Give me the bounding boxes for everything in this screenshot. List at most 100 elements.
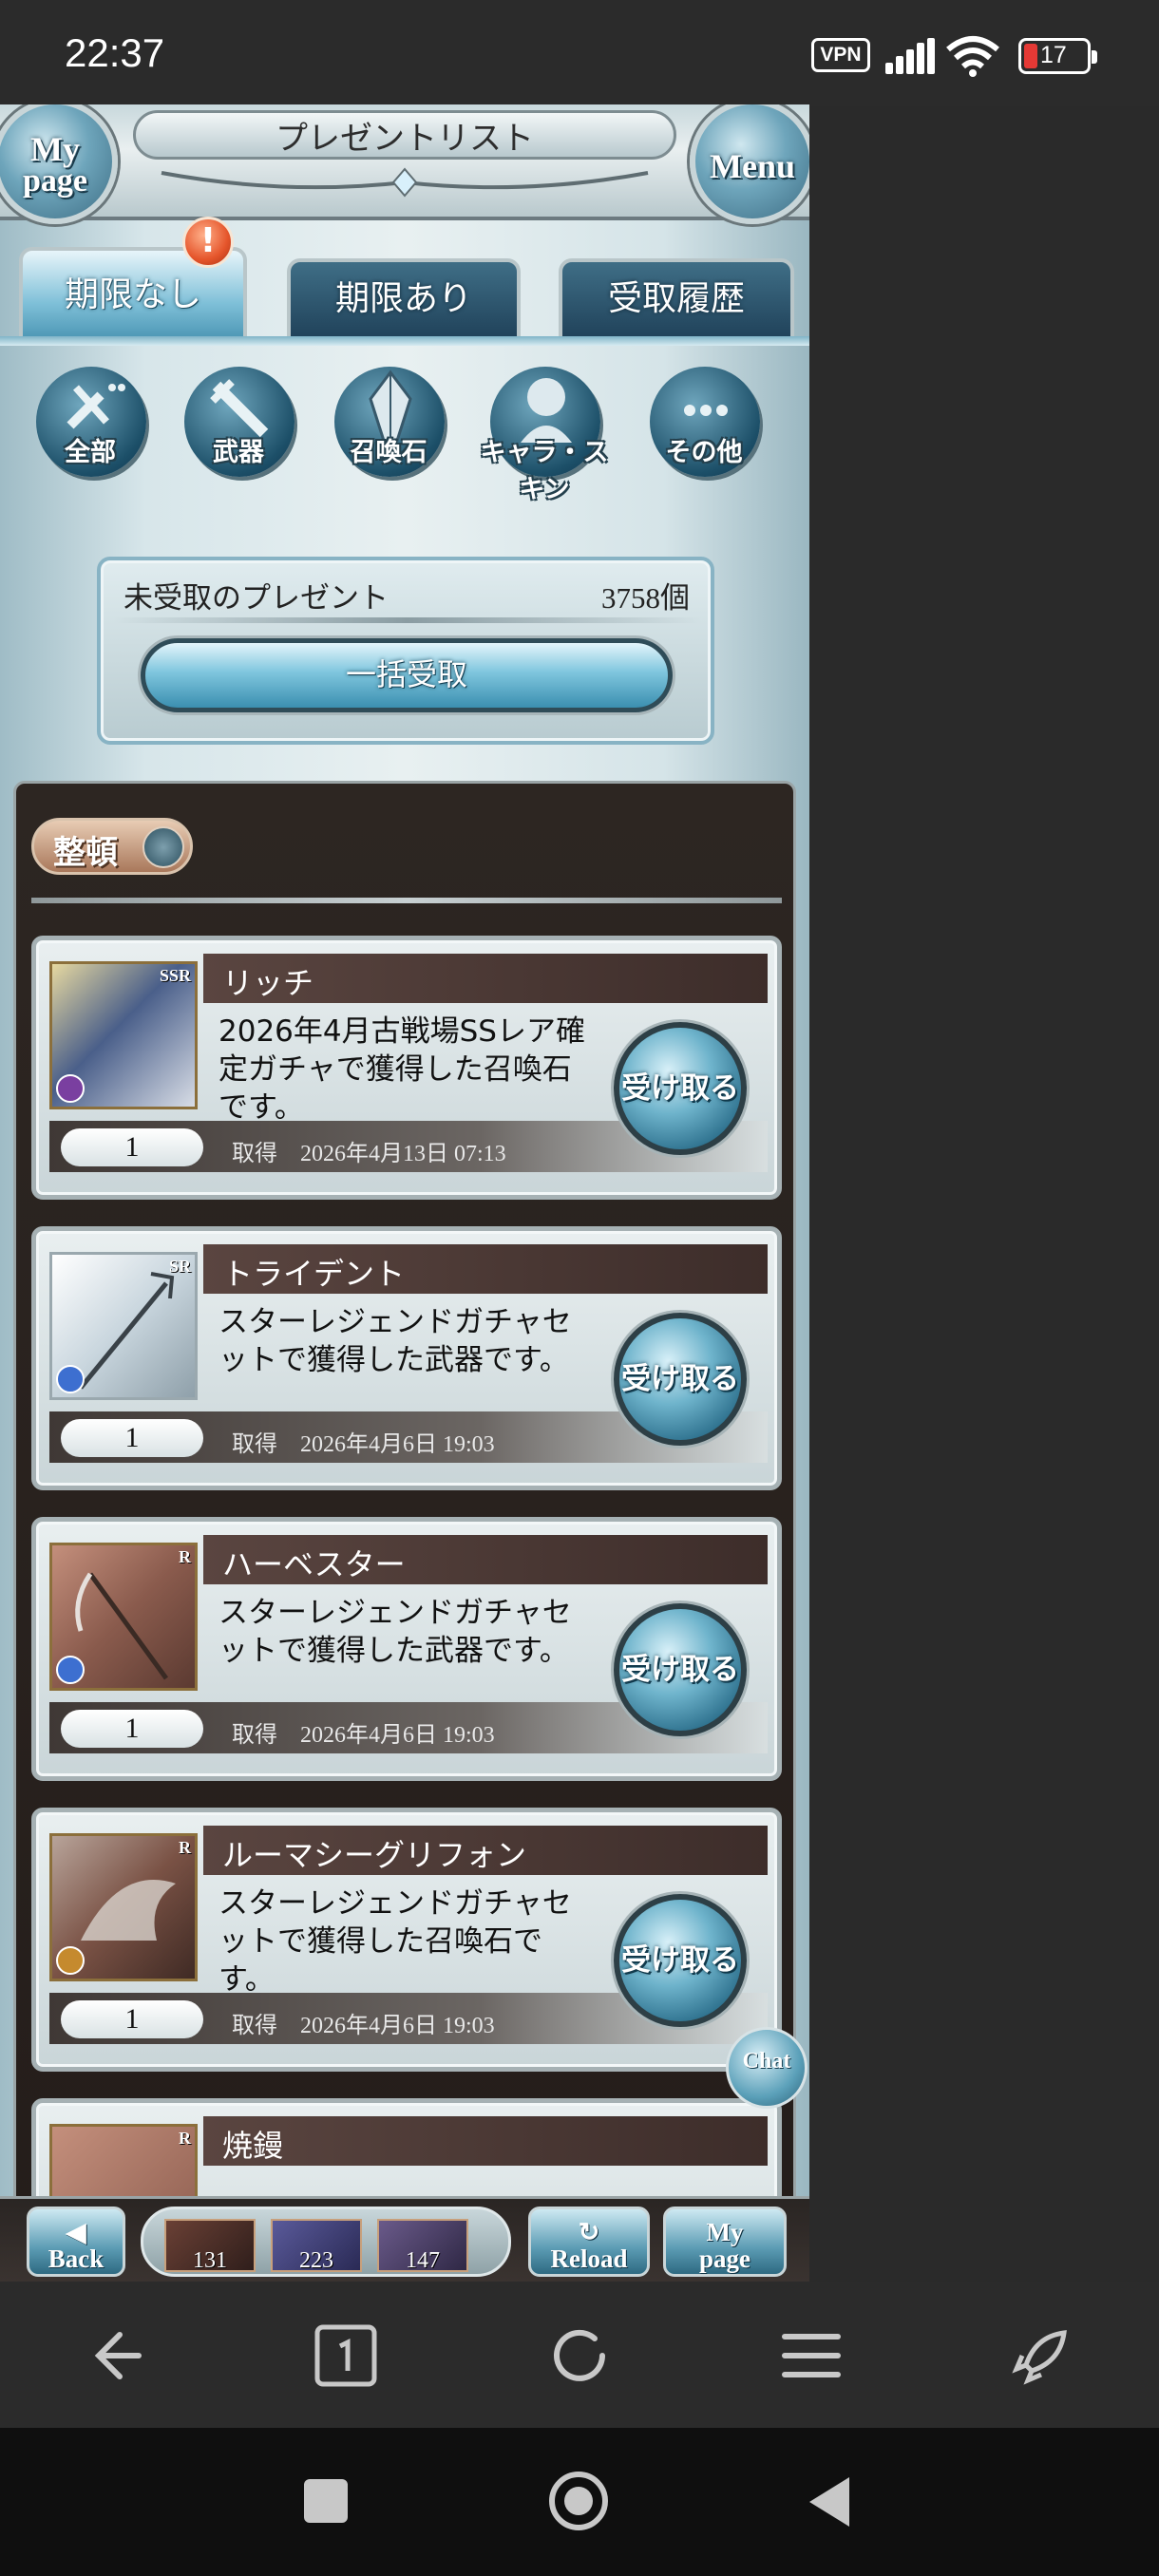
receive-button[interactable]: 受け取る: [614, 1022, 747, 1155]
tab-with-expiry[interactable]: 期限あり: [287, 258, 521, 342]
rocket-icon[interactable]: [1007, 2321, 1075, 2390]
signal-icon: [885, 38, 935, 74]
acquired-date: 取得 2026年4月13日 07:13: [232, 1134, 506, 1167]
rarity-badge: R: [179, 1547, 191, 1566]
earth-element-icon: [56, 1946, 85, 1975]
present-item: ルーマシーグリフォン R スターレジェンドガチャセットで獲得した召喚石です。 1…: [31, 1808, 782, 2072]
back-arrow-icon[interactable]: [82, 2321, 150, 2390]
dark-element-icon: [56, 1074, 85, 1103]
receive-button[interactable]: 受け取る: [614, 1894, 747, 2027]
bottom-mypage-button[interactable]: My page: [663, 2207, 787, 2277]
item-name: ハーベスター: [222, 1546, 406, 1582]
filter-all-label: 全部: [65, 438, 116, 467]
battery-level: 17: [1040, 42, 1067, 68]
ticket-count: 147: [406, 2248, 440, 2273]
chevron-down-icon: [142, 826, 184, 868]
filter-weapon[interactable]: 武器: [177, 363, 300, 486]
notification-badge: !: [182, 217, 234, 268]
griffon-thumbnail: R: [49, 1833, 198, 1981]
back-label: Back: [48, 2245, 104, 2273]
unclaimed-label: 未受取のプレゼント: [124, 581, 389, 616]
acquired-label: 取得: [232, 1142, 277, 1166]
reload-icon: ↻: [578, 2218, 600, 2246]
back-button[interactable]: ◀ Back: [27, 2207, 125, 2277]
rarity-badge: SSR: [159, 966, 191, 985]
mypage-label-top: My: [706, 2218, 744, 2246]
mypage-label-bottom: page: [23, 163, 87, 199]
water-element-icon: [56, 1365, 85, 1393]
system-back-icon[interactable]: [808, 2475, 851, 2529]
tab-underline: [0, 336, 809, 346]
filter-other[interactable]: その他: [642, 363, 766, 486]
harvester-thumbnail: R: [49, 1543, 198, 1691]
vpn-icon: VPN: [811, 38, 870, 72]
filter-summon-label: 召喚石: [350, 438, 428, 467]
divider: [31, 898, 782, 903]
item-description: 2026年4月古戦場SSレア確定ガチャで獲得した召喚石です。: [218, 1014, 585, 1125]
rarity-badge: SR: [168, 1257, 191, 1276]
acquired-date: 取得 2026年4月6日 19:03: [232, 1715, 495, 1749]
menu-icon[interactable]: [777, 2321, 846, 2390]
acquired-date: 取得 2026年4月6日 19:03: [232, 1425, 495, 1458]
sort-button[interactable]: 整頓: [31, 818, 193, 875]
reload-button[interactable]: ↻ Reload: [528, 2207, 650, 2277]
clock: 22:37: [65, 30, 165, 75]
water-element-icon: [56, 1656, 85, 1684]
ticket-count: 131: [193, 2248, 227, 2273]
receive-all-button[interactable]: 一括受取: [141, 638, 673, 712]
game-bottom-bar: ◀ Back 131 223 147 ↻ Reload My page: [0, 2196, 809, 2282]
item-name-bar: [203, 2116, 768, 2166]
acquired-date: 取得 2026年4月6日 19:03: [232, 2006, 495, 2039]
rarity-badge: R: [179, 2129, 191, 2148]
filter-weapon-label: 武器: [213, 438, 264, 467]
filter-summon[interactable]: 召喚石: [327, 363, 450, 486]
receive-button[interactable]: 受け取る: [614, 1313, 747, 1446]
lich-thumbnail: SSR: [49, 961, 198, 1109]
mypage-button[interactable]: My page: [0, 104, 118, 224]
battery-icon: 17: [1018, 38, 1097, 74]
browser-toolbar: [0, 2282, 1159, 2428]
item-quantity: 1: [61, 2000, 203, 2038]
menu-button[interactable]: Menu: [690, 104, 809, 224]
present-list-panel: 整頓 リッチ SSR 2026年4月古戦場SSレア確定ガチャで獲得した召喚石です…: [13, 781, 796, 2282]
divider: [114, 617, 701, 623]
acquired-label: 取得: [232, 1432, 277, 1457]
mypage-label-bottom: page: [699, 2245, 750, 2273]
filter-character-skin[interactable]: キャラ・スキン: [481, 363, 609, 504]
present-item: ハーベスター R スターレジェンドガチャセットで獲得した武器です。 1 取得 2…: [31, 1517, 782, 1781]
acquired-date-value: 2026年4月6日 19:03: [300, 1723, 495, 1748]
item-name: トライデント: [222, 1256, 406, 1292]
ticket-shortcut[interactable]: 131: [164, 2219, 256, 2273]
unclaimed-box: 未受取のプレゼント 3758個 一括受取: [97, 557, 714, 745]
receive-button[interactable]: 受け取る: [614, 1603, 747, 1736]
ticket-shortcut[interactable]: 223: [271, 2219, 362, 2273]
menu-label: Menu: [710, 147, 795, 185]
refresh-icon[interactable]: [545, 2321, 614, 2390]
filter-other-label: その他: [665, 438, 743, 467]
ticket-count: 223: [299, 2248, 333, 2273]
item-description: スターレジェンドガチャセットで獲得した武器です。: [218, 1305, 572, 1377]
present-item: トライデント SR スターレジェンドガチャセットで獲得した武器です。 1 取得 …: [31, 1226, 782, 1490]
ornament-icon: [161, 167, 649, 198]
tab-bar: 期限なし 期限あり 受取履歴: [0, 237, 809, 342]
wifi-icon: [946, 36, 999, 77]
ticket-shortcut[interactable]: 147: [377, 2219, 468, 2273]
reload-label: Reload: [550, 2245, 628, 2273]
item-quantity: 1: [61, 1128, 203, 1166]
chat-button[interactable]: Chat: [726, 2027, 808, 2109]
item-quantity: 1: [61, 1710, 203, 1748]
unclaimed-count: 3758個: [601, 581, 690, 615]
recents-icon[interactable]: [302, 2477, 350, 2525]
item-name: 焼鏝: [222, 2128, 284, 2164]
tabs-icon[interactable]: [312, 2321, 380, 2390]
item-name: ルーマシーグリフォン: [222, 1837, 527, 1873]
acquired-label: 取得: [232, 1723, 277, 1748]
page-title: プレゼントリスト: [276, 120, 534, 158]
home-icon[interactable]: [547, 2470, 610, 2532]
tab-history[interactable]: 受取履歴: [559, 258, 794, 342]
filter-all[interactable]: 全部: [28, 363, 152, 486]
item-quantity: 1: [61, 1419, 203, 1457]
rarity-badge: R: [179, 1838, 191, 1857]
trident-thumbnail: SR: [49, 1252, 198, 1400]
status-bar: 22:37 VPN 17: [0, 0, 1159, 106]
